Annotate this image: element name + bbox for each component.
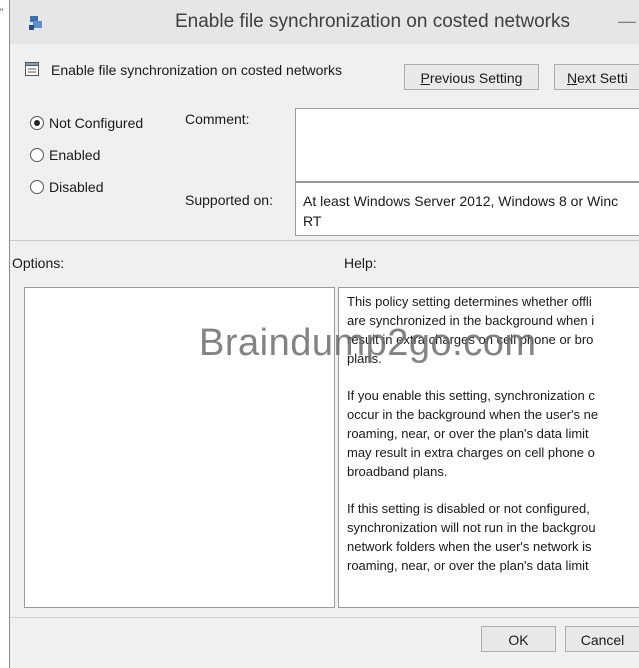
footer-divider — [10, 617, 639, 618]
radio-label: Enabled — [49, 147, 101, 163]
window-title: Enable file synchronization on costed ne… — [175, 11, 571, 32]
supported-on-value: At least Windows Server 2012, Windows 8 … — [303, 193, 619, 229]
radio-enabled[interactable]: Enabled — [30, 147, 100, 167]
setting-name: Enable file synchronization on costed ne… — [51, 62, 343, 78]
section-divider — [10, 240, 639, 241]
radio-disabled[interactable]: Disabled — [30, 179, 103, 199]
comment-label: Comment: — [185, 111, 250, 127]
help-label: Help: — [344, 255, 377, 271]
watermark: Braindump2go.com — [199, 322, 537, 364]
radio-indicator — [30, 180, 44, 194]
options-label: Options: — [12, 255, 65, 271]
previous-setting-button[interactable]: Previous Setting — [404, 64, 539, 90]
supported-on-field: At least Windows Server 2012, Windows 8 … — [295, 182, 639, 236]
comment-input[interactable] — [295, 108, 639, 182]
group-policy-icon — [29, 16, 42, 30]
stray-mark: " — [0, 7, 4, 17]
supported-on-label: Supported on: — [185, 192, 273, 208]
help-paragraph: If you enable this setting, synchronizat… — [347, 388, 599, 479]
ok-button[interactable]: OK — [481, 626, 556, 652]
help-paragraph: If this setting is disabled or not confi… — [347, 501, 596, 573]
radio-label: Disabled — [49, 179, 104, 195]
next-setting-button[interactable]: Next Setti — [554, 64, 639, 90]
radio-indicator — [30, 148, 44, 162]
radio-not-configured[interactable]: Not Configured — [30, 115, 143, 135]
radio-selected-indicator — [30, 116, 44, 130]
radio-label: Not Configured — [49, 115, 144, 131]
minimize-button[interactable]: — — [618, 11, 636, 32]
cancel-button[interactable]: Cancel — [565, 626, 639, 652]
policy-setting-icon — [25, 62, 39, 76]
title-bar[interactable]: Enable file synchronization on costed ne… — [10, 0, 639, 44]
